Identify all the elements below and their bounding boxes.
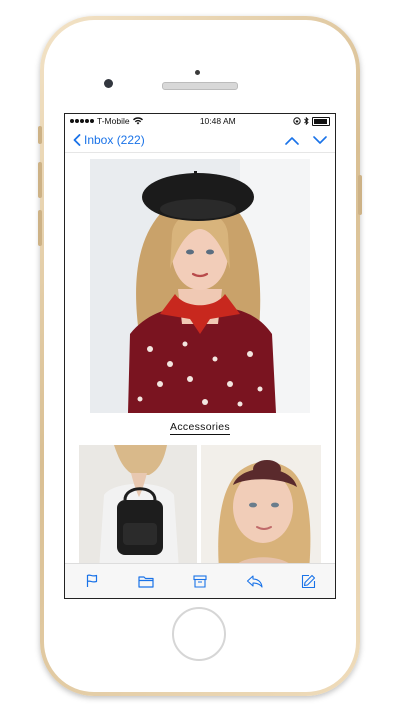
email-body: Accessories: [65, 153, 335, 565]
home-button[interactable]: [172, 607, 226, 661]
front-camera: [104, 79, 113, 88]
flag-icon[interactable]: [78, 567, 106, 595]
proximity-sensor: [195, 70, 200, 75]
product-photo-headband[interactable]: [201, 445, 321, 565]
folder-icon[interactable]: [132, 567, 160, 595]
volume-down-button: [38, 210, 42, 246]
previous-message-button[interactable]: [285, 136, 299, 145]
bluetooth-icon: [304, 117, 309, 125]
mail-navbar: Inbox (222): [65, 128, 335, 153]
power-button: [358, 175, 362, 215]
archive-icon[interactable]: [186, 567, 214, 595]
wifi-icon: [132, 117, 143, 125]
inbox-label: Inbox (222): [84, 133, 145, 147]
hero-photo-model-beret[interactable]: [90, 159, 310, 413]
battery-icon: [311, 116, 330, 126]
compose-icon[interactable]: [294, 567, 322, 595]
chevron-left-icon: [73, 134, 81, 146]
earpiece-speaker: [162, 82, 238, 90]
section-heading[interactable]: Accessories: [65, 421, 335, 435]
volume-up-button: [38, 162, 42, 198]
status-time: 10:48 AM: [199, 116, 236, 126]
mute-switch: [38, 126, 42, 144]
orientation-lock-icon: [293, 117, 301, 125]
next-message-button[interactable]: [313, 135, 327, 145]
status-bar: T-Mobile 10:48 AM: [65, 114, 335, 128]
section-heading-text: Accessories: [170, 421, 230, 435]
carrier-label: T-Mobile: [97, 116, 130, 126]
product-photo-backpack[interactable]: [79, 445, 197, 565]
back-to-inbox-button[interactable]: Inbox (222): [73, 133, 145, 147]
mail-toolbar: [65, 563, 335, 598]
phone-screen: T-Mobile 10:48 AM Inbox (222) Accessorie…: [64, 113, 336, 599]
reply-icon[interactable]: [240, 567, 268, 595]
signal-strength-icon: [70, 119, 94, 123]
